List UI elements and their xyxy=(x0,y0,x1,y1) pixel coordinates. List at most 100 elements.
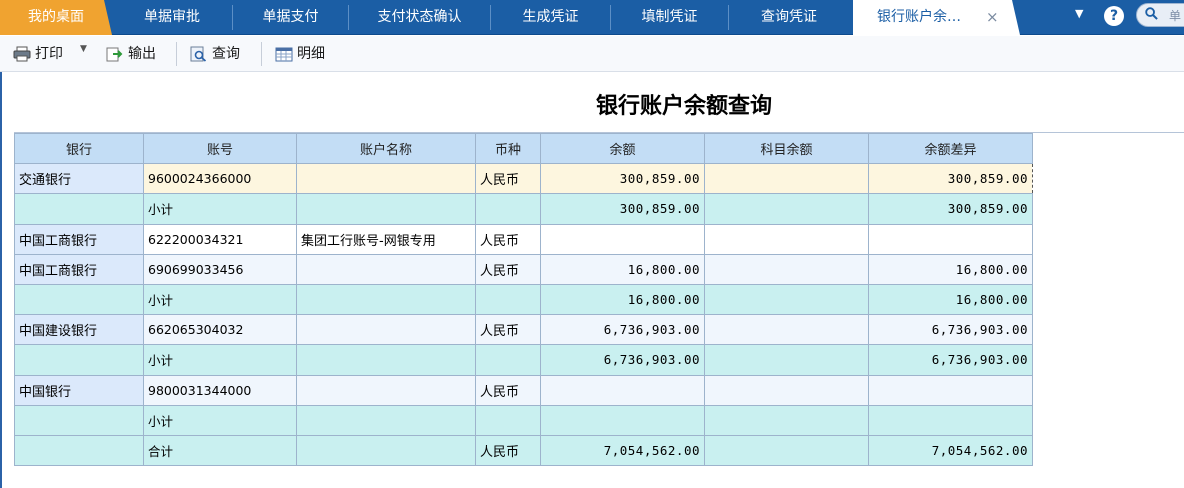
help-icon[interactable]: ? xyxy=(1104,6,1124,26)
query-button[interactable]: 查询 xyxy=(190,43,250,65)
column-header-account-name[interactable]: 账户名称 xyxy=(296,132,476,165)
cell-subject-balance[interactable] xyxy=(704,193,869,225)
chevron-down-icon[interactable]: ▼ xyxy=(1075,7,1083,20)
cell-currency[interactable]: 人民币 xyxy=(475,223,541,255)
table-row[interactable]: 交通银行 9600024366000 人民币 300,859.00 300,859.00 xyxy=(14,163,1033,195)
cell-account[interactable]: 690699033456 xyxy=(143,253,297,285)
cell-account[interactable]: 小计 xyxy=(143,283,297,316)
cell-subject-balance[interactable] xyxy=(704,374,869,406)
export-button[interactable]: 输出 xyxy=(106,43,166,65)
cell-currency[interactable]: 人民币 xyxy=(475,163,541,195)
cell-bank[interactable] xyxy=(14,434,144,467)
cell-balance-diff[interactable]: 300,859.00 xyxy=(868,193,1033,225)
tab-payment-status[interactable]: 支付状态确认 xyxy=(349,0,490,35)
cell-bank[interactable]: 中国银行 xyxy=(14,374,144,406)
cell-balance[interactable]: 300,859.00 xyxy=(540,193,705,225)
cell-balance-diff[interactable] xyxy=(868,223,1033,255)
cell-balance-diff[interactable]: 6,736,903.00 xyxy=(868,314,1033,346)
cell-account[interactable]: 小计 xyxy=(143,344,297,376)
cell-subject-balance[interactable] xyxy=(704,283,869,316)
tab-my-desktop[interactable]: 我的桌面 xyxy=(0,0,112,35)
cell-account[interactable]: 合计 xyxy=(143,434,297,467)
cell-bank[interactable] xyxy=(14,404,144,436)
cell-account-name[interactable] xyxy=(296,193,476,225)
table-row[interactable]: 小计 6,736,903.00 6,736,903.00 xyxy=(14,344,1033,376)
column-header-bank[interactable]: 银行 xyxy=(14,132,144,165)
cell-balance-diff[interactable]: 300,859.00 xyxy=(868,163,1033,195)
cell-bank[interactable]: 中国建设银行 xyxy=(14,314,144,346)
cell-balance-diff[interactable]: 16,800.00 xyxy=(868,253,1033,285)
cell-account-name[interactable] xyxy=(296,283,476,316)
column-header-subject-balance[interactable]: 科目余额 xyxy=(704,132,869,165)
cell-currency[interactable]: 人民币 xyxy=(475,434,541,467)
cell-balance[interactable]: 6,736,903.00 xyxy=(540,344,705,376)
cell-currency[interactable] xyxy=(475,283,541,316)
cell-subject-balance[interactable] xyxy=(704,344,869,376)
table-row[interactable]: 小计 300,859.00 300,859.00 xyxy=(14,193,1033,225)
cell-balance[interactable]: 16,800.00 xyxy=(540,253,705,285)
table-row[interactable]: 中国工商银行 622200034321 集团工行账号-网银专用 人民币 xyxy=(14,223,1033,255)
cell-balance-diff[interactable]: 6,736,903.00 xyxy=(868,344,1033,376)
cell-subject-balance[interactable] xyxy=(704,223,869,255)
cell-account[interactable]: 622200034321 xyxy=(143,223,297,255)
column-header-account[interactable]: 账号 xyxy=(143,132,297,165)
cell-bank[interactable]: 中国工商银行 xyxy=(14,253,144,285)
cell-account-name[interactable] xyxy=(296,434,476,467)
column-header-currency[interactable]: 币种 xyxy=(475,132,541,165)
print-dropdown-caret-icon[interactable]: ▼ xyxy=(80,44,87,54)
cell-balance[interactable] xyxy=(540,404,705,436)
cell-account[interactable]: 662065304032 xyxy=(143,314,297,346)
tab-fill-voucher[interactable]: 填制凭证 xyxy=(611,0,728,35)
cell-balance[interactable]: 7,054,562.00 xyxy=(540,434,705,467)
cell-account-name[interactable] xyxy=(296,344,476,376)
cell-bank[interactable] xyxy=(14,283,144,316)
cell-currency[interactable]: 人民币 xyxy=(475,374,541,406)
tab-query-voucher[interactable]: 查询凭证 xyxy=(729,0,849,35)
table-row[interactable]: 小计 16,800.00 16,800.00 xyxy=(14,283,1033,316)
tab-generate-voucher[interactable]: 生成凭证 xyxy=(491,0,610,35)
cell-subject-balance[interactable] xyxy=(704,314,869,346)
table-row[interactable]: 中国建设银行 662065304032 人民币 6,736,903.00 6,736,9… xyxy=(14,314,1033,346)
cell-balance[interactable]: 300,859.00 xyxy=(540,163,705,195)
cell-currency[interactable]: 人民币 xyxy=(475,314,541,346)
cell-account-name[interactable]: 集团工行账号-网银专用 xyxy=(296,223,476,255)
cell-bank[interactable] xyxy=(14,193,144,225)
detail-button[interactable]: 明细 xyxy=(275,43,335,65)
cell-bank[interactable] xyxy=(14,344,144,376)
cell-balance[interactable]: 6,736,903.00 xyxy=(540,314,705,346)
cell-account-name[interactable] xyxy=(296,253,476,285)
cell-balance-diff[interactable] xyxy=(868,404,1033,436)
cell-subject-balance[interactable] xyxy=(704,253,869,285)
search-input[interactable]: 单 xyxy=(1136,3,1184,27)
cell-balance[interactable] xyxy=(540,223,705,255)
cell-account-name[interactable] xyxy=(296,374,476,406)
column-header-balance[interactable]: 余额 xyxy=(540,132,705,165)
cell-account[interactable]: 9600024366000 xyxy=(143,163,297,195)
cell-balance[interactable] xyxy=(540,374,705,406)
cell-account[interactable]: 9800031344000 xyxy=(143,374,297,406)
table-row[interactable]: 中国工商银行 690699033456 人民币 16,800.00 16,800.00 xyxy=(14,253,1033,285)
cell-account[interactable]: 小计 xyxy=(143,404,297,436)
cell-account-name[interactable] xyxy=(296,163,476,195)
cell-account-name[interactable] xyxy=(296,314,476,346)
cell-subject-balance[interactable] xyxy=(704,404,869,436)
cell-account-name[interactable] xyxy=(296,404,476,436)
cell-account[interactable]: 小计 xyxy=(143,193,297,225)
tab-document-payment[interactable]: 单据支付 xyxy=(233,0,348,35)
table-row[interactable]: 合计 人民币 7,054,562.00 7,054,562.00 xyxy=(14,434,1033,467)
table-row[interactable]: 小计 xyxy=(14,404,1033,436)
cell-subject-balance[interactable] xyxy=(704,163,869,195)
cell-bank[interactable]: 中国工商银行 xyxy=(14,223,144,255)
close-icon[interactable]: × xyxy=(986,0,999,35)
table-row[interactable]: 中国银行 9800031344000 人民币 xyxy=(14,374,1033,406)
cell-balance-diff[interactable]: 7,054,562.00 xyxy=(868,434,1033,467)
cell-balance-diff[interactable]: 16,800.00 xyxy=(868,283,1033,316)
print-button[interactable]: 打印 xyxy=(13,43,73,65)
cell-currency[interactable] xyxy=(475,344,541,376)
cell-currency[interactable] xyxy=(475,193,541,225)
cell-balance[interactable]: 16,800.00 xyxy=(540,283,705,316)
column-header-balance-diff[interactable]: 余额差异 xyxy=(868,132,1033,165)
tab-document-approval[interactable]: 单据审批 xyxy=(112,0,232,35)
cell-bank[interactable]: 交通银行 xyxy=(14,163,144,195)
cell-balance-diff[interactable] xyxy=(868,374,1033,406)
